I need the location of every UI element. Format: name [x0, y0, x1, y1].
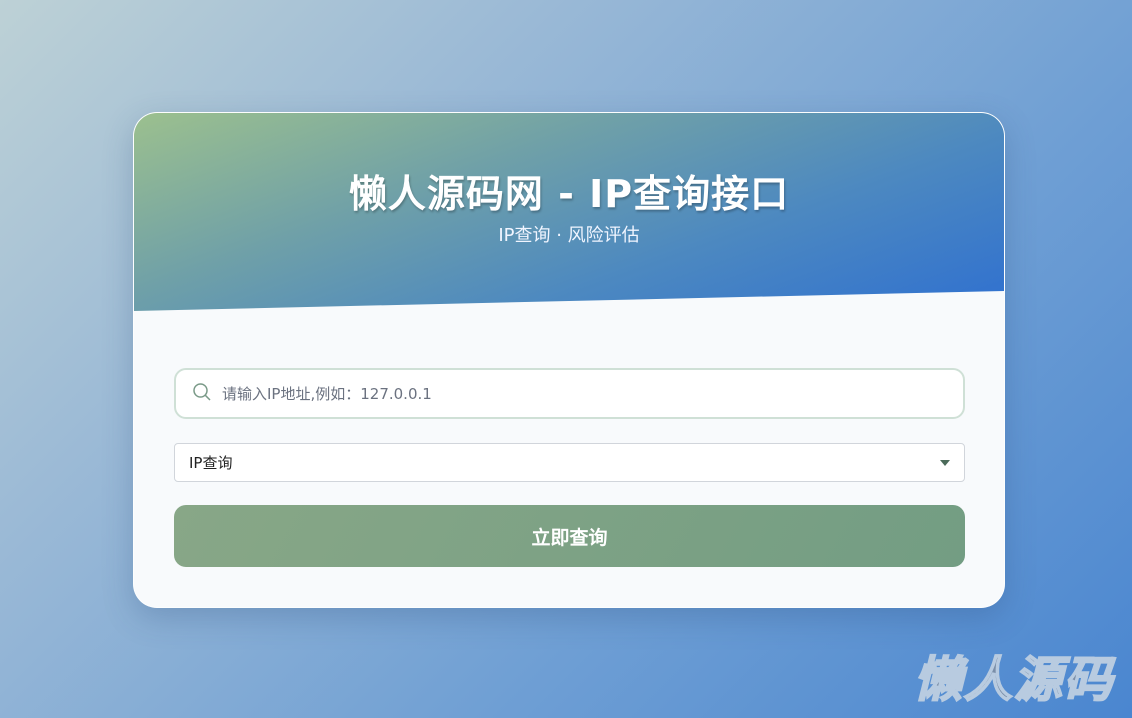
watermark-logo: 懒人源码 — [913, 651, 1114, 709]
page-title: 懒人源码网 - IP查询接口 — [348, 172, 790, 216]
ip-search-box[interactable] — [174, 368, 965, 419]
ip-input[interactable] — [222, 384, 916, 403]
query-type-value: IP查询 — [189, 454, 233, 472]
submit-query-button[interactable]: 立即查询 — [174, 505, 965, 567]
card-header: 懒人源码网 - IP查询接口 IP查询 · 风险评估 — [134, 113, 1004, 311]
chevron-down-icon — [940, 459, 950, 466]
search-icon — [192, 382, 222, 406]
query-card: 懒人源码网 - IP查询接口 IP查询 · 风险评估 IP查询 立即查询 — [133, 112, 1005, 608]
query-type-select[interactable]: IP查询 — [174, 443, 965, 482]
page-subtitle: IP查询 · 风险评估 — [498, 225, 640, 246]
